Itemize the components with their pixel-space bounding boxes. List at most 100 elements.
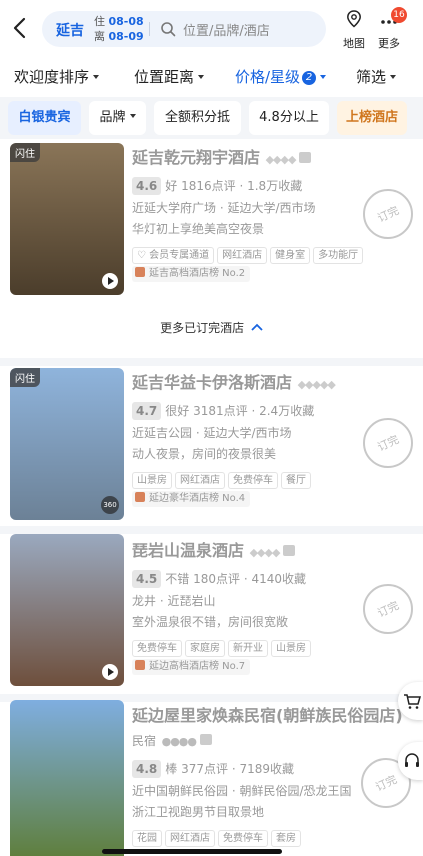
tag: 山景房 [271,640,311,657]
map-label: 地图 [343,37,365,50]
play-video-icon[interactable] [102,664,118,680]
ranking-label: 延吉高档酒店榜 No.2 [149,268,246,279]
sold-out-stamp: 订完 [363,418,413,468]
rating-word: 棒 [165,762,178,776]
date-selector[interactable]: 住 08-08 离 08-09 [94,14,144,44]
chevron-down-icon [129,114,136,118]
tag: 新开业 [228,640,268,657]
divider [149,22,150,36]
search-icon [161,22,176,37]
hotel-photo[interactable]: 闪住 [10,143,124,295]
tag: 餐厅 [281,472,311,489]
top-header: 延吉 住 08-08 离 08-09 位置/品牌/酒店 地图 更多 16 [0,0,423,58]
sold-out-label: 订完 [375,203,401,225]
diamond-rating-icon: ◆◆◆◆◆ [297,378,336,391]
play-video-icon[interactable] [102,273,118,289]
notification-badge: 16 [391,7,407,23]
tag: ♡ 会员专属通道 [132,247,215,264]
diamond-rating-icon: ●●●● [161,735,197,748]
hotel-photo[interactable] [10,700,124,856]
hotel-card[interactable]: 延边屋里家焕森民宿(朝鲜族民俗园店) 民宿 ●●●● 4.8 棒 377点评 · … [0,700,423,856]
hotel-tags: 免费停车 家庭房 新开业 山景房 [132,636,412,657]
checkin-label: 住 [94,15,105,28]
search-input[interactable]: 位置/品牌/酒店 [183,20,270,39]
city-selector[interactable]: 延吉 [56,20,84,40]
chevron-down-icon [198,75,205,79]
hotel-card[interactable]: 闪住 360 延吉华益卡伊洛斯酒店 ◆◆◆◆◆ 4.7 很好 3181点评 · 2… [0,366,423,526]
score-badge: 4.7 [132,402,162,420]
hotel-tags: ♡ 会员专属通道 网红酒店 健身室 多功能厅 [132,243,412,264]
sold-out-label: 订完 [375,598,401,620]
show-more-booked-button[interactable]: 更多已订完酒店 [0,318,423,358]
rating-word: 不错 [165,572,190,586]
tag: 网红酒店 [217,247,268,264]
ranking-icon [135,267,145,277]
quick-filter-chips: 白银贵宾 品牌 全额积分抵 4.8分以上 上榜酒店 [0,97,423,139]
sort-welcome-dropdown[interactable]: 欢迎度排序 [14,66,100,87]
rating-word: 好 [165,179,178,193]
diamond-rating-icon: ◆◆◆◆ [265,153,297,166]
tag: 多功能厅 [313,247,364,264]
ranking-badge[interactable]: 延吉高档酒店榜 No.2 [132,266,251,282]
crown-icon [299,152,312,163]
ranking-label: 延边豪华酒店榜 No.4 [149,493,246,504]
back-arrow-icon[interactable] [12,17,28,39]
tag: 套房 [271,830,301,847]
flash-stay-tag: 闪住 [10,368,40,387]
sort-price-star-dropdown[interactable]: 价格/星级 2 [235,66,327,87]
review-count: 180点评 [193,572,241,586]
sort-distance-dropdown[interactable]: 位置距离 [134,66,205,87]
chip-brand[interactable]: 品牌 [89,101,146,135]
chip-ranked-hotels[interactable]: 上榜酒店 [337,101,407,135]
hotel-tags: 花园 网红酒店 免费停车 套房 [132,826,412,847]
map-pin-icon [347,10,361,28]
chip-rating-4-8[interactable]: 4.8分以上 [249,101,329,135]
favorite-count: 2.4万收藏 [259,404,315,418]
rating-word: 很好 [165,404,190,418]
sort-filter-label: 筛选 [356,68,387,86]
hotel-photo[interactable] [10,534,124,686]
hotel-tags: 山景房 网红酒店 免费停车 餐厅 [132,468,412,489]
sort-distance-label: 位置距离 [134,68,195,86]
hotel-photo[interactable]: 闪住 360 [10,368,124,520]
chevron-down-icon [93,75,100,79]
hotel-card[interactable]: 琵岩山温泉酒店 ◆◆◆◆ 4.5 不错 180点评 · 4140收藏 龙井 · 近… [0,534,423,694]
headset-icon [405,753,419,767]
show-more-booked-label: 更多已订完酒店 [160,321,245,335]
sort-filter-dropdown[interactable]: 筛选 [356,66,397,87]
ranking-badge[interactable]: 延边高档酒店榜 No.7 [132,659,251,675]
flash-stay-tag: 闪住 [10,143,40,162]
chip-brand-label: 品牌 [99,110,126,125]
chevron-down-icon [390,75,397,79]
hotel-card[interactable]: 闪住 延吉乾元翔宇酒店 ◆◆◆◆ 4.6 好 1816点评 · 1.8万收藏 近延… [0,139,423,311]
sold-out-label: 订完 [375,432,401,454]
crown-icon [200,734,212,745]
hotel-description: 浙江卫视跑男节目取景地 [132,805,265,819]
section-gap [0,526,423,534]
panorama-360-icon[interactable]: 360 [101,496,119,514]
chip-silver-vip[interactable]: 白银贵宾 [8,101,81,135]
more-label: 更多 [378,37,400,50]
ranking-label: 延边高档酒店榜 No.7 [149,661,246,672]
favorite-count: 1.8万收藏 [247,179,303,193]
filter-count-badge: 2 [302,71,317,85]
checkout-date: 08-09 [108,30,144,43]
crown-icon [283,545,296,556]
tag: 网红酒店 [165,830,215,847]
hotel-name: 琵岩山温泉酒店 [132,541,245,560]
search-bar[interactable]: 延吉 住 08-08 离 08-09 位置/品牌/酒店 [42,11,326,47]
lodging-type: 民宿 [132,734,157,748]
chip-full-points[interactable]: 全额积分抵 [154,101,241,135]
tag: 免费停车 [132,640,182,657]
sort-bar: 欢迎度排序 位置距离 价格/星级 2 筛选 [0,58,423,92]
score-badge: 4.8 [132,760,162,778]
hotel-name: 延吉乾元翔宇酒店 [132,148,261,167]
tag: 家庭房 [185,640,225,657]
sort-welcome-label: 欢迎度排序 [14,68,90,86]
map-button[interactable]: 地图 [339,10,369,51]
tag: 免费停车 [228,472,278,489]
review-count: 377点评 [181,762,229,776]
ranking-badge[interactable]: 延边豪华酒店榜 No.4 [132,491,251,507]
checkout-label: 离 [94,30,105,43]
score-badge: 4.5 [132,570,162,588]
